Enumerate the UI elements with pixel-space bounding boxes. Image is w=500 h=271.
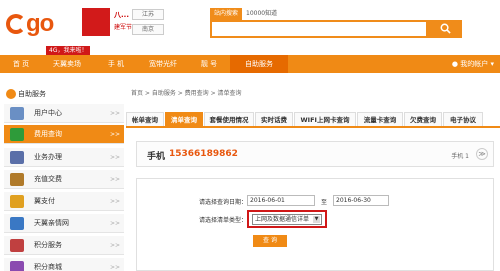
sidebar-item-label: 业务办理 bbox=[34, 153, 62, 161]
query-form: 请选择查询日期： 2016-06-01 至 2016-06-30 请选择清单类型… bbox=[136, 178, 494, 271]
sidebar-item-points[interactable]: 积分服务 >> bbox=[4, 236, 124, 255]
double-chevron-icon: >> bbox=[109, 242, 120, 249]
search-icon bbox=[10, 128, 24, 141]
end-date-input[interactable]: 2016-06-30 bbox=[333, 195, 389, 206]
dropdown-arrow-icon: ▼ bbox=[313, 216, 320, 223]
nav-mall[interactable]: 天翼卖场 bbox=[40, 55, 94, 73]
nav-self-service[interactable]: 自助服务 bbox=[230, 55, 288, 73]
logo-text: go bbox=[26, 10, 54, 37]
wallet-icon bbox=[10, 195, 24, 208]
tab-e-agreement[interactable]: 电子协议 bbox=[443, 112, 483, 126]
double-chevron-icon: >> bbox=[109, 154, 120, 161]
list-type-value: 上网及数据通信详单 bbox=[255, 216, 310, 223]
grid-icon bbox=[10, 151, 24, 164]
tab-data-card[interactable]: 流量卡查询 bbox=[357, 112, 403, 126]
phone-account-panel: 手机 15366189862 手机 1 ≫ bbox=[136, 141, 494, 167]
tab-arrears[interactable]: 欠费查询 bbox=[404, 112, 442, 126]
city-selector[interactable]: 南京 bbox=[132, 24, 164, 35]
province-selector[interactable]: 江苏 bbox=[132, 9, 164, 20]
sidebar-item-label: 积分服务 bbox=[34, 241, 62, 249]
sidebar-item-label: 积分商城 bbox=[34, 263, 62, 271]
tab-wifi-card[interactable]: WIFI上网卡查询 bbox=[294, 112, 356, 126]
search-tab-site[interactable]: 站内搜索 bbox=[210, 8, 243, 20]
flag-text-2: 建军节 bbox=[114, 24, 133, 31]
logo-swirl-icon bbox=[6, 14, 26, 34]
search-button[interactable] bbox=[428, 20, 462, 38]
sidebar-item-fee-query[interactable]: 费用查询 >> bbox=[4, 125, 124, 144]
breadcrumb: 首页 > 自助服务 > 费用查询 > 清单查询 bbox=[131, 90, 242, 97]
flag-banner-icon bbox=[82, 8, 110, 36]
double-chevron-icon: >> bbox=[109, 110, 120, 117]
main-nav: 首 页 天翼卖场 手 机 宽带光纤 靓 号 自助服务 ● 我的帐户 ▾ bbox=[0, 55, 500, 73]
sidebar-title: 自助服务 bbox=[4, 86, 124, 102]
sidebar-item-recharge[interactable]: 充值交费 >> bbox=[4, 170, 124, 189]
list-type-select[interactable]: 上网及数据通信详单 ▼ bbox=[252, 214, 322, 225]
date-separator: 至 bbox=[321, 199, 328, 206]
chevron-down-icon: ▾ bbox=[488, 60, 494, 68]
card-icon bbox=[10, 173, 24, 186]
phone-count: 手机 1 bbox=[451, 153, 469, 160]
sidebar-item-business[interactable]: 业务办理 >> bbox=[4, 148, 124, 167]
sidebar-item-label: 用户中心 bbox=[34, 109, 62, 117]
expand-toggle-icon[interactable]: ≫ bbox=[476, 148, 488, 160]
points-icon bbox=[10, 239, 24, 252]
promo-badge[interactable]: 4G，我来啦！ bbox=[46, 46, 91, 55]
sidebar-title-label: 自助服务 bbox=[18, 90, 46, 98]
sidebar-item-label: 充值交费 bbox=[34, 175, 62, 183]
sidebar-item-label: 翼支付 bbox=[34, 197, 55, 205]
tab-bill[interactable]: 帐单查询 bbox=[126, 112, 164, 126]
my-account-label: 我的帐户 bbox=[460, 60, 489, 68]
sidebar: 自助服务 用户中心 >> 费用查询 >> 业务办理 >> 充值交费 >> 翼支付… bbox=[0, 86, 124, 271]
type-label: 请选择清单类型： bbox=[199, 217, 248, 224]
user-icon bbox=[10, 107, 24, 120]
magnifier-icon bbox=[440, 23, 451, 34]
tab-realtime-fee[interactable]: 实时话费 bbox=[255, 112, 293, 126]
ego-logo[interactable]: go bbox=[6, 8, 76, 37]
user-icon: ● bbox=[451, 60, 461, 68]
my-account-link[interactable]: ● 我的帐户 ▾ bbox=[452, 55, 494, 73]
self-service-icon bbox=[6, 89, 16, 99]
nav-home[interactable]: 首 页 bbox=[4, 55, 38, 73]
sidebar-item-family-network[interactable]: 天翼亲情网 >> bbox=[4, 214, 124, 233]
type-highlight-box: 上网及数据通信详单 ▼ bbox=[247, 210, 327, 228]
flag-text-1: 八... bbox=[114, 11, 129, 19]
search-tabs: 站内搜索 10000知道 bbox=[210, 8, 281, 20]
sidebar-item-wallet[interactable]: 翼支付 >> bbox=[4, 192, 124, 211]
tab-package-usage[interactable]: 套餐使用情况 bbox=[204, 112, 254, 126]
search-tab-knowledge[interactable]: 10000知道 bbox=[242, 8, 281, 20]
sidebar-item-points-mall[interactable]: 积分商城 >> bbox=[4, 258, 124, 271]
sidebar-item-label: 费用查询 bbox=[34, 130, 62, 138]
nav-broadband[interactable]: 宽带光纤 bbox=[138, 55, 188, 73]
sidebar-item-user-center[interactable]: 用户中心 >> bbox=[4, 104, 124, 123]
tab-detail-list[interactable]: 清单查询 bbox=[165, 112, 203, 126]
search-input[interactable] bbox=[210, 20, 428, 38]
phone-label: 手机 bbox=[147, 152, 166, 162]
date-label: 请选择查询日期： bbox=[199, 199, 248, 206]
sidebar-item-label: 天翼亲情网 bbox=[34, 219, 69, 227]
double-chevron-icon: >> bbox=[109, 176, 120, 183]
site-header: go 八... 建军节 江苏 南京 4G，我来啦！ 站内搜索 10000知道 bbox=[0, 0, 500, 55]
query-button[interactable]: 查 询 bbox=[253, 235, 287, 247]
double-chevron-icon: >> bbox=[109, 220, 120, 227]
nav-phones[interactable]: 手 机 bbox=[96, 55, 136, 73]
double-chevron-icon: >> bbox=[109, 198, 120, 205]
double-chevron-icon: >> bbox=[109, 264, 120, 271]
double-chevron-icon: >> bbox=[109, 131, 120, 138]
mall-icon bbox=[10, 261, 24, 271]
network-icon bbox=[10, 217, 24, 230]
start-date-input[interactable]: 2016-06-01 bbox=[247, 195, 315, 206]
phone-number: 15366189862 bbox=[169, 149, 238, 159]
nav-numbers[interactable]: 靓 号 bbox=[190, 55, 228, 73]
query-tabs: 帐单查询 清单查询 套餐使用情况 实时话费 WIFI上网卡查询 流量卡查询 欠费… bbox=[126, 112, 500, 128]
